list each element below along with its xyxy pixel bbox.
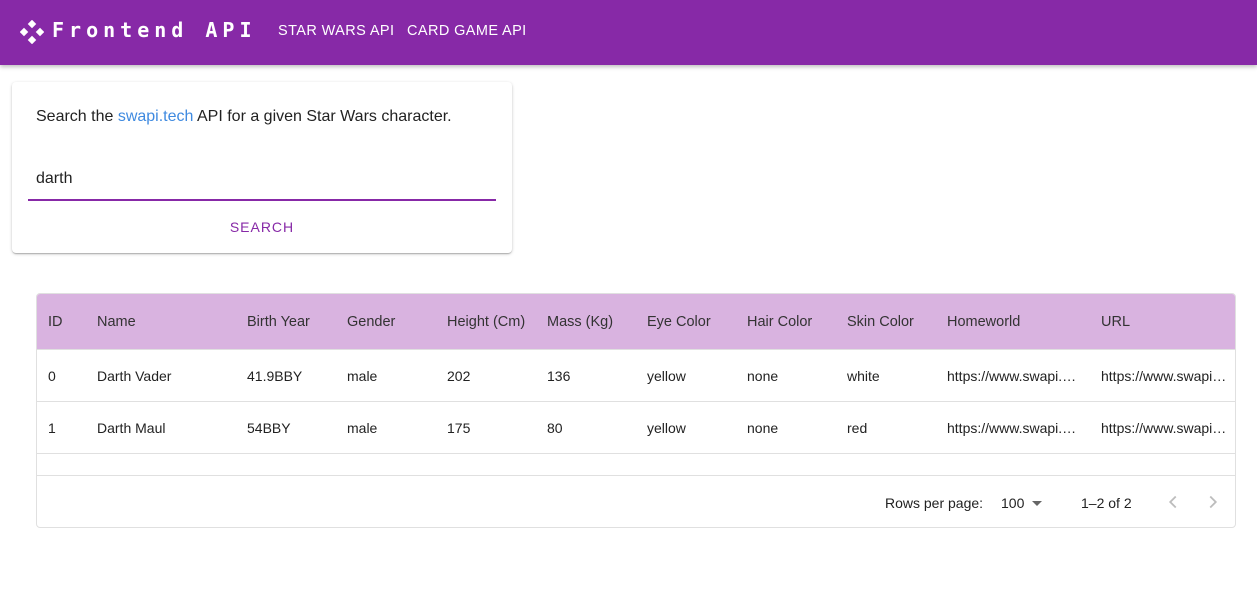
search-description: Search the swapi.tech API for a given St…	[36, 108, 452, 125]
nav-card-game-api[interactable]: CARD GAME API	[407, 23, 527, 39]
nav-star-wars-api[interactable]: STAR WARS API	[278, 23, 394, 39]
cell-eye-color: yellow	[647, 368, 686, 384]
column-header-skin-color[interactable]: Skin Color	[847, 314, 914, 330]
column-header-height[interactable]: Height (Cm)	[447, 314, 525, 330]
cell-height: 175	[447, 420, 471, 436]
cell-id: 0	[48, 368, 56, 384]
cell-gender: male	[347, 368, 378, 384]
cell-homeworld: https://www.swapi.tech/api/planets/36	[947, 420, 1080, 436]
cell-skin-color: white	[847, 368, 880, 384]
column-header-eye-color[interactable]: Eye Color	[647, 314, 711, 330]
cell-homeworld: https://www.swapi.tech/api/planets/1	[947, 368, 1080, 384]
cell-hair-color: none	[747, 368, 779, 384]
table-row[interactable]: 0 Darth Vader 41.9BBY male 202 136 yello…	[37, 350, 1235, 402]
search-card: Search the swapi.tech API for a given St…	[12, 82, 512, 253]
cell-url: https://www.swapi.tech/api/people/44	[1101, 420, 1230, 436]
cell-name: Darth Maul	[97, 420, 166, 436]
diamond-logo-icon[interactable]	[20, 20, 44, 44]
search-input[interactable]	[28, 158, 496, 201]
app-bar: Frontend API STAR WARS API CARD GAME API	[0, 0, 1257, 65]
cell-birth-year: 54BBY	[247, 420, 291, 436]
cell-name: Darth Vader	[97, 368, 172, 384]
cell-id: 1	[48, 420, 56, 436]
swapi-link[interactable]: swapi.tech	[118, 108, 194, 125]
column-header-url[interactable]: URL	[1101, 314, 1130, 330]
brand-title[interactable]: Frontend API	[52, 18, 257, 42]
page-info: 1–2 of 2	[1081, 495, 1132, 511]
chevron-left-icon[interactable]	[1162, 491, 1184, 513]
characters-table: ID Name Birth Year Gender Height (Cm) Ma…	[36, 293, 1236, 528]
column-header-mass[interactable]: Mass (Kg)	[547, 314, 613, 330]
cell-skin-color: red	[847, 420, 868, 436]
chevron-right-icon[interactable]	[1202, 491, 1224, 513]
cell-height: 202	[447, 368, 471, 384]
cell-mass: 80	[547, 420, 563, 436]
column-header-homeworld[interactable]: Homeworld	[947, 314, 1020, 330]
rows-per-page-select[interactable]: 100	[1001, 495, 1024, 511]
search-button[interactable]: SEARCH	[217, 216, 307, 238]
table-footer: Rows per page: 100 1–2 of 2	[37, 475, 1235, 527]
column-header-birth-year[interactable]: Birth Year	[247, 314, 310, 330]
column-header-id[interactable]: ID	[48, 314, 63, 330]
cell-url: https://www.swapi.tech/api/people/4	[1101, 368, 1230, 384]
column-header-gender[interactable]: Gender	[347, 314, 395, 330]
table-row[interactable]: 1 Darth Maul 54BBY male 175 80 yellow no…	[37, 402, 1235, 454]
column-header-name[interactable]: Name	[97, 314, 136, 330]
cell-birth-year: 41.9BBY	[247, 368, 303, 384]
cell-hair-color: none	[747, 420, 779, 436]
table-header-row: ID Name Birth Year Gender Height (Cm) Ma…	[37, 294, 1235, 350]
column-header-hair-color[interactable]: Hair Color	[747, 314, 812, 330]
cell-gender: male	[347, 420, 378, 436]
cell-mass: 136	[547, 368, 571, 384]
caret-down-icon[interactable]	[1032, 501, 1042, 506]
rows-per-page-label: Rows per page:	[885, 495, 984, 511]
cell-eye-color: yellow	[647, 420, 686, 436]
